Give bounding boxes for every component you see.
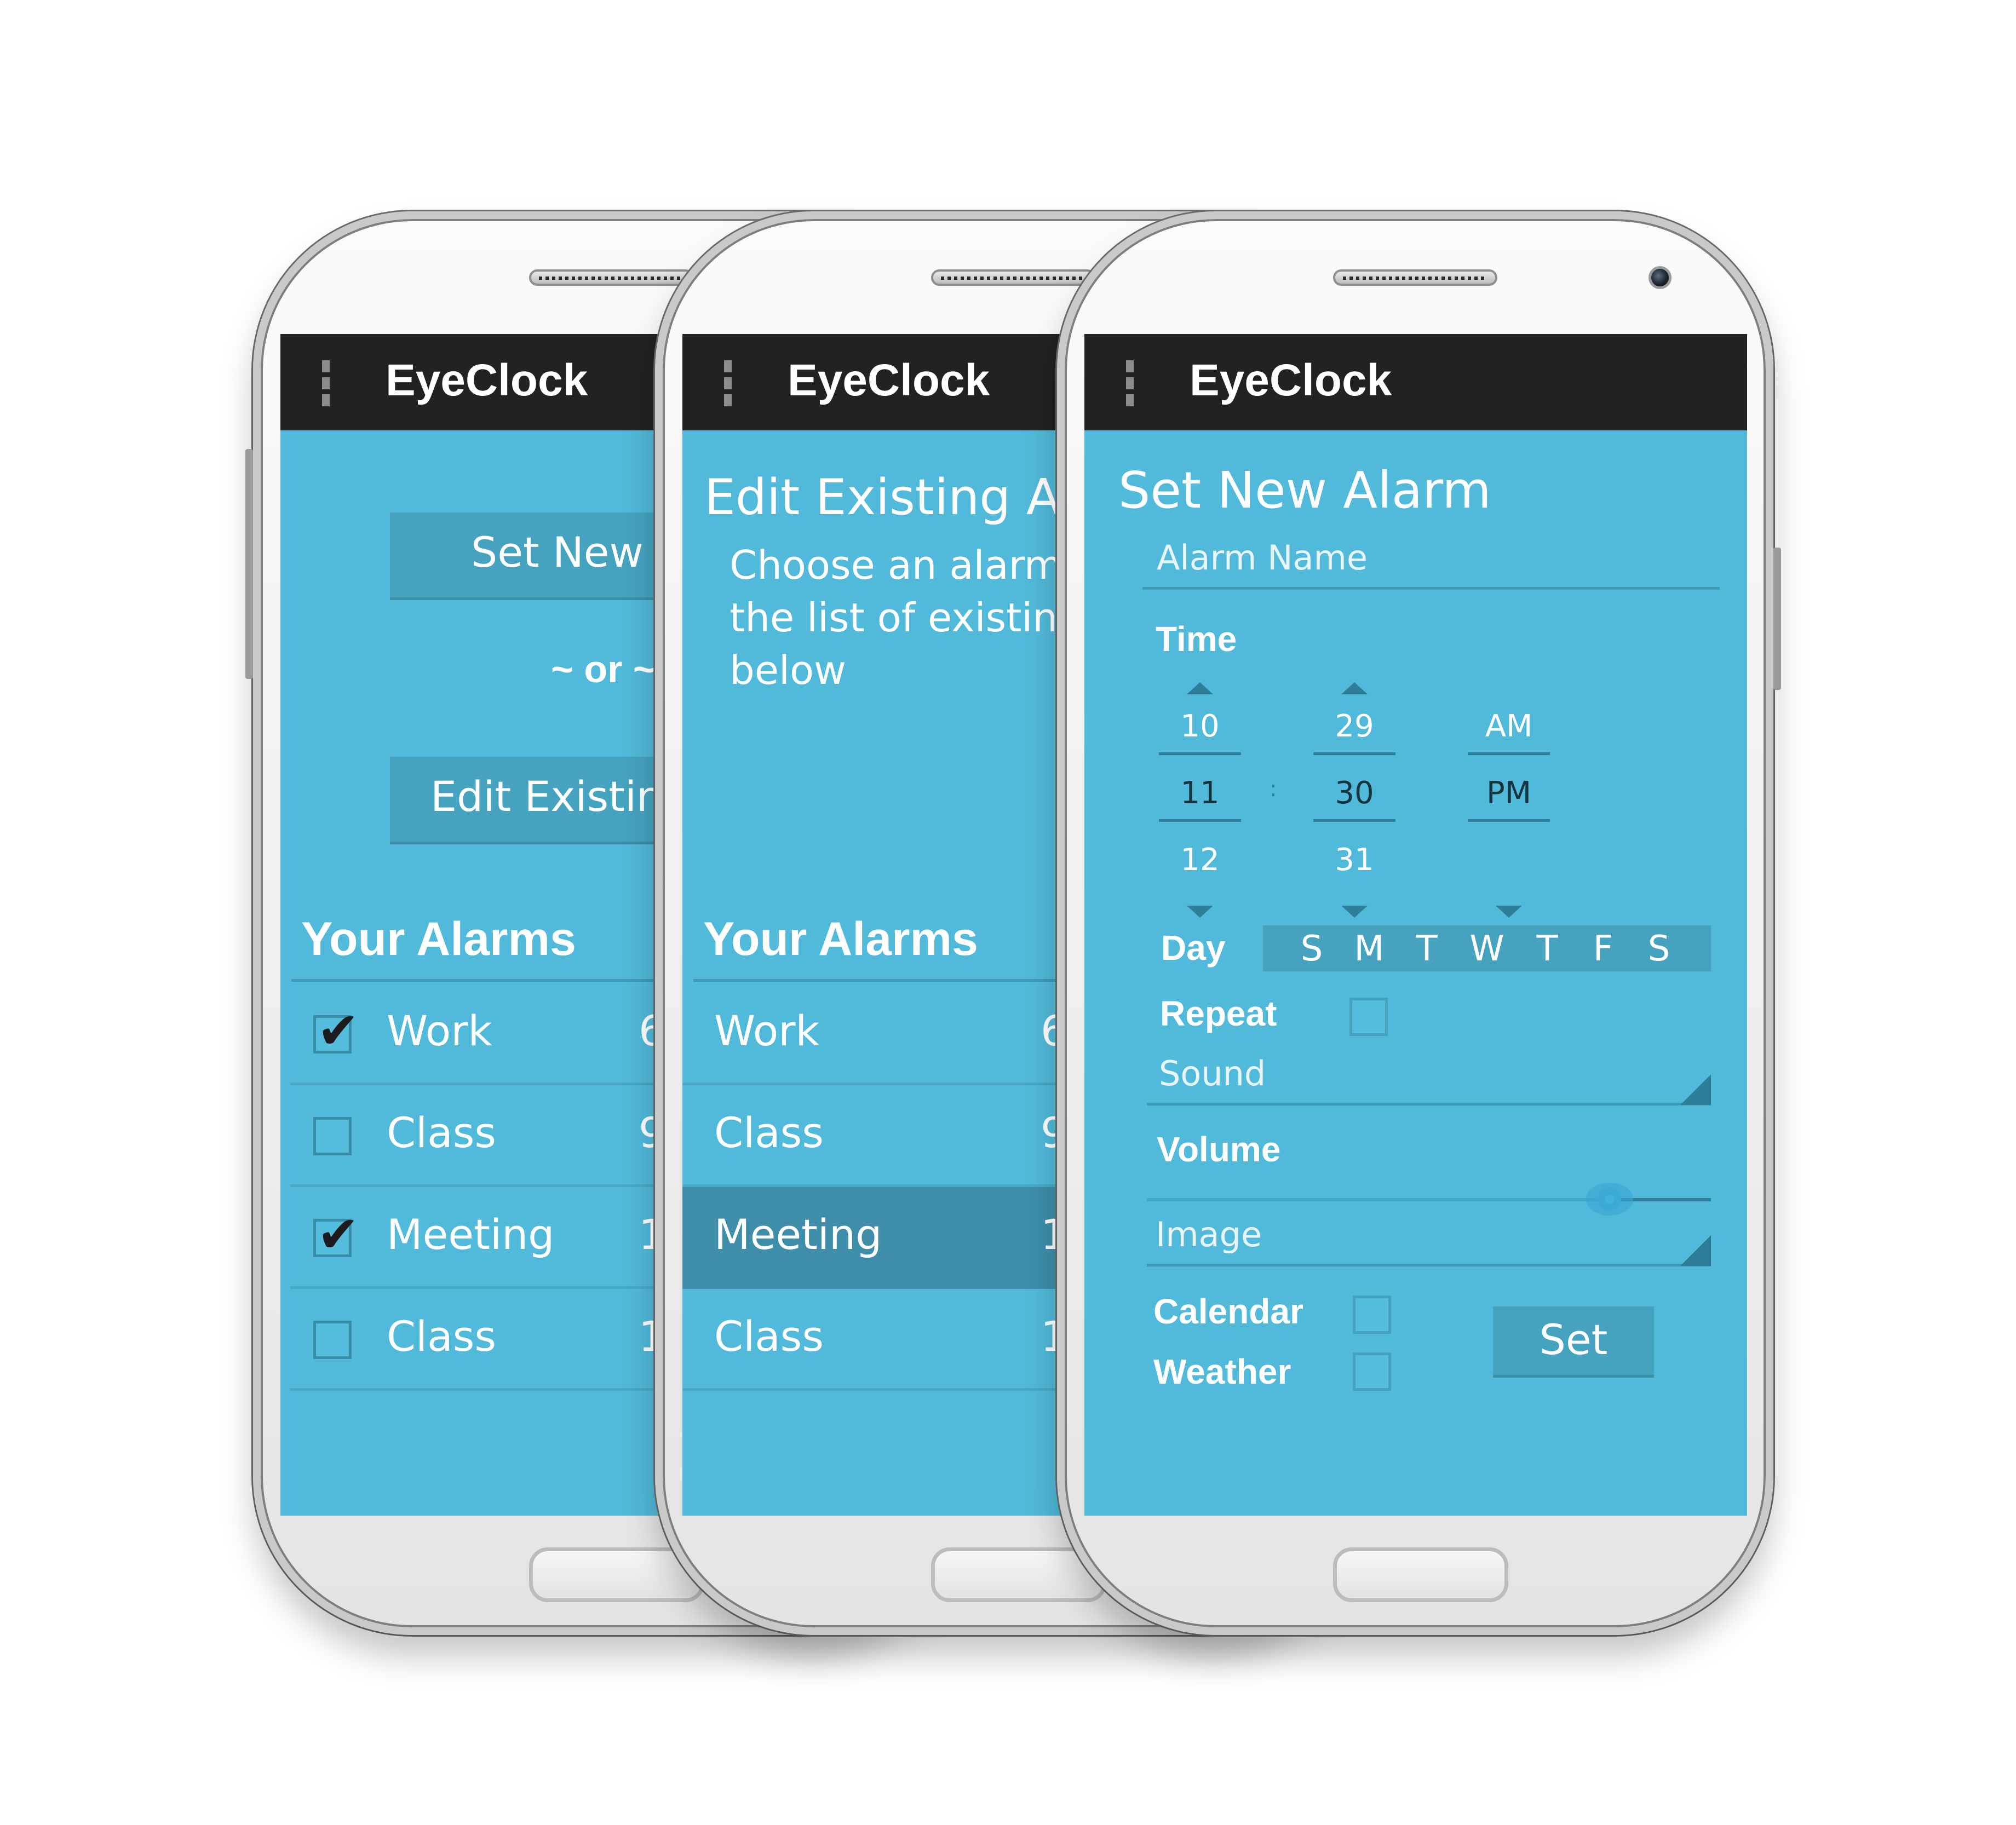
weather-label: Weather bbox=[1153, 1352, 1291, 1391]
picker-line bbox=[1313, 819, 1395, 822]
alarm-name: Class bbox=[714, 1312, 824, 1361]
day-selector[interactable]: S M T W T F S bbox=[1263, 925, 1711, 971]
alarm-name: Meeting bbox=[714, 1210, 882, 1259]
volume-slider-thumb[interactable] bbox=[1586, 1183, 1633, 1216]
image-underline bbox=[1147, 1264, 1711, 1266]
alarm-enabled-checkbox[interactable] bbox=[313, 1117, 352, 1155]
ampm-picker[interactable]: AM PM bbox=[1468, 682, 1550, 945]
hour-decrement-icon[interactable] bbox=[1187, 906, 1213, 918]
minute-picker[interactable]: 29 30 31 bbox=[1313, 682, 1395, 945]
edit-existing-label: Edit Existin bbox=[430, 772, 663, 821]
your-alarms-title: Your Alarms bbox=[703, 913, 978, 965]
edit-existing-title: Edit Existing A bbox=[704, 469, 1060, 526]
day-thursday[interactable]: T bbox=[1528, 929, 1566, 969]
alarm-name: Meeting bbox=[387, 1210, 555, 1259]
alarm-name: Class bbox=[387, 1108, 496, 1157]
volume-button bbox=[245, 449, 253, 679]
dropdown-corner-icon bbox=[1680, 1235, 1711, 1266]
set-new-alarm-title: Set New Alarm bbox=[1118, 461, 1491, 520]
picker-line bbox=[1468, 819, 1550, 822]
front-camera bbox=[1649, 266, 1672, 289]
minute-next: 31 bbox=[1335, 842, 1374, 878]
calendar-checkbox[interactable] bbox=[1353, 1296, 1391, 1334]
checkmark-icon: ✔ bbox=[317, 1001, 360, 1060]
set-button-label: Set bbox=[1539, 1315, 1608, 1364]
calendar-label: Calendar bbox=[1153, 1292, 1303, 1331]
alarm-name: Class bbox=[387, 1312, 496, 1361]
day-sunday[interactable]: S bbox=[1293, 929, 1331, 969]
volume-track-filled bbox=[1147, 1198, 1610, 1201]
set-alarm-content: Set New Alarm Alarm Name Time 10 11 12 :… bbox=[1084, 430, 1747, 1516]
ampm-prev: AM bbox=[1485, 709, 1533, 744]
alarm-enabled-checkbox[interactable] bbox=[313, 1321, 352, 1359]
power-button bbox=[1773, 548, 1781, 690]
alarm-name: Work bbox=[387, 1006, 492, 1055]
set-alarm-button[interactable]: Set bbox=[1493, 1306, 1654, 1378]
day-wednesday[interactable]: W bbox=[1468, 929, 1506, 969]
overflow-menu-icon[interactable] bbox=[724, 360, 732, 406]
day-saturday[interactable]: S bbox=[1640, 929, 1678, 969]
set-new-alarm-label: Set New A bbox=[471, 528, 685, 577]
checkmark-icon: ✔ bbox=[317, 1205, 360, 1264]
alarm-enabled-checkbox[interactable]: ✔ bbox=[313, 1004, 359, 1058]
description-line-1: Choose an alarm f bbox=[730, 542, 1089, 588]
alarm-name-input[interactable]: Alarm Name bbox=[1157, 538, 1368, 578]
image-spinner[interactable]: Image bbox=[1156, 1214, 1262, 1254]
app-title: EyeClock bbox=[788, 355, 990, 405]
or-separator: ~ or ~ bbox=[551, 648, 656, 690]
time-separator: : bbox=[1270, 776, 1277, 802]
alarm-name-underline bbox=[1142, 587, 1720, 590]
picker-line bbox=[1313, 752, 1395, 755]
picker-line bbox=[1468, 752, 1550, 755]
alarm-name: Work bbox=[714, 1006, 820, 1055]
minute-current: 30 bbox=[1335, 775, 1374, 811]
description-line-3: below bbox=[730, 647, 846, 693]
repeat-checkbox[interactable] bbox=[1349, 998, 1388, 1036]
description-line-2: the list of existing bbox=[730, 595, 1083, 641]
time-label: Time bbox=[1156, 619, 1237, 659]
hour-current: 11 bbox=[1180, 775, 1220, 811]
ampm-toggle-icon[interactable] bbox=[1496, 906, 1522, 918]
ampm-current: PM bbox=[1486, 775, 1532, 811]
app-title: EyeClock bbox=[1190, 355, 1392, 405]
earpiece-speaker bbox=[1333, 269, 1497, 286]
repeat-label: Repeat bbox=[1160, 994, 1277, 1033]
alarm-enabled-checkbox[interactable]: ✔ bbox=[313, 1207, 359, 1262]
sound-underline bbox=[1147, 1103, 1711, 1106]
screen: EyeClock Set New Alarm Alarm Name Time 1… bbox=[1084, 334, 1747, 1516]
earpiece-speaker bbox=[931, 269, 1095, 286]
volume-label: Volume bbox=[1157, 1130, 1281, 1169]
minute-increment-icon[interactable] bbox=[1341, 682, 1368, 694]
day-label: Day bbox=[1161, 928, 1226, 968]
day-friday[interactable]: F bbox=[1584, 929, 1622, 969]
sound-spinner[interactable]: Sound bbox=[1159, 1053, 1266, 1093]
day-tuesday[interactable]: T bbox=[1408, 929, 1446, 969]
hour-next: 12 bbox=[1180, 842, 1220, 878]
minute-prev: 29 bbox=[1335, 709, 1374, 744]
dropdown-corner-icon bbox=[1680, 1074, 1711, 1105]
action-bar: EyeClock bbox=[1084, 334, 1747, 430]
alarm-name: Class bbox=[714, 1108, 824, 1157]
phone-set-alarm-screen: EyeClock Set New Alarm Alarm Name Time 1… bbox=[1057, 211, 1781, 1635]
your-alarms-title: Your Alarms bbox=[301, 913, 576, 965]
picker-line bbox=[1159, 819, 1241, 822]
picker-line bbox=[1159, 752, 1241, 755]
day-monday[interactable]: M bbox=[1350, 929, 1388, 969]
hour-picker[interactable]: 10 11 12 bbox=[1159, 682, 1241, 945]
overflow-menu-icon[interactable] bbox=[322, 360, 330, 406]
minute-decrement-icon[interactable] bbox=[1341, 906, 1368, 918]
hour-prev: 10 bbox=[1180, 709, 1220, 744]
weather-checkbox[interactable] bbox=[1353, 1352, 1391, 1391]
overflow-menu-icon[interactable] bbox=[1126, 360, 1134, 406]
home-button[interactable] bbox=[1333, 1547, 1508, 1602]
app-title: EyeClock bbox=[386, 355, 588, 405]
earpiece-speaker bbox=[529, 269, 693, 286]
hour-increment-icon[interactable] bbox=[1187, 682, 1213, 694]
